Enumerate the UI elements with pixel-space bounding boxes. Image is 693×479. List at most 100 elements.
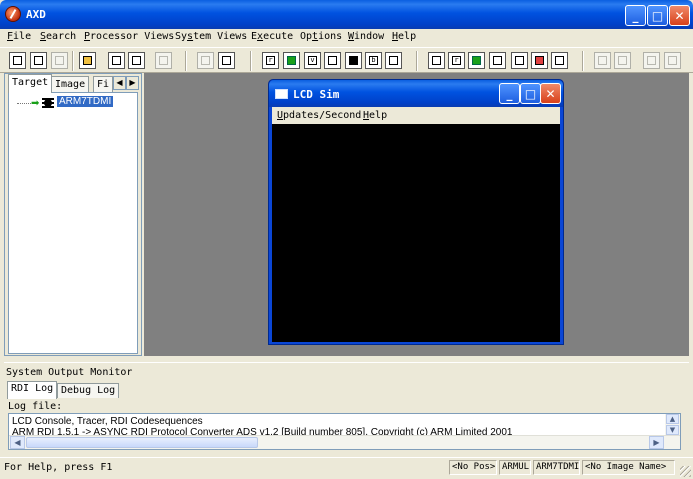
disassembly-view-button[interactable] [345,52,362,69]
registers-view-button[interactable]: r [262,52,279,69]
menu-window[interactable]: Window [348,31,384,42]
toolbar-separator [416,51,418,71]
stop-icon [618,56,627,65]
close-icon: ✕ [545,86,556,101]
load-image-button[interactable] [9,52,26,69]
list-view-button[interactable] [551,52,568,69]
tab-scroll-arrows: ◀ ▶ [113,76,139,90]
reload-image-button[interactable] [30,52,47,69]
lcd-menu-updates[interactable]: Updates/Second [277,110,361,121]
lcd-sim-window[interactable]: LCD Sim _ □ ✕ Updates/Second Help [268,79,564,345]
watch-view-button[interactable] [283,52,300,69]
lcd-minimize-button[interactable]: _ [499,83,520,104]
console-view-button[interactable] [511,52,528,69]
title-bar[interactable]: AXD _ □ ✕ [0,0,693,29]
resize-grip[interactable] [680,466,691,477]
lcd-close-button[interactable]: ✕ [540,83,561,104]
tab-scroll-right-button[interactable]: ▶ [126,76,139,90]
menu-help[interactable]: Help [392,31,416,42]
system-registers-button[interactable] [428,52,445,69]
output-view-button[interactable] [489,52,506,69]
maximize-icon: □ [651,8,664,23]
lcd-menu-help-label: elp [369,110,388,121]
app-icon[interactable] [5,6,21,22]
step-in-button[interactable] [643,52,660,69]
status-position: <No Pos> [449,460,497,475]
watch-icon [287,56,296,65]
menu-system-views-label: tem Views [193,31,248,42]
tab-debug-log[interactable]: Debug Log [57,383,120,398]
status-target: ARMUL [499,460,531,475]
load-session-button[interactable] [51,52,68,69]
breakpoints-view-button[interactable] [531,52,548,69]
menu-system-views[interactable]: System Views [175,31,247,42]
save-all-icon [132,56,141,65]
menu-processor-views[interactable]: Processor Views [84,31,174,42]
scroll-thumb[interactable] [26,437,258,448]
scroll-left-button[interactable]: ◀ [10,436,25,449]
search-view-button[interactable] [385,52,402,69]
system-watch-button[interactable] [468,52,485,69]
lcd-menu-help[interactable]: Help [363,110,387,121]
scroll-down-button[interactable]: ▼ [666,425,679,435]
system-r-icon: r [452,56,461,65]
tab-scroll-left-button[interactable]: ◀ [113,76,126,90]
print-button[interactable] [155,52,172,69]
scroll-up-button[interactable]: ▲ [666,414,679,424]
scroll-right-button[interactable]: ▶ [649,436,664,449]
tab-target[interactable]: Target [8,74,53,93]
menu-options-label: ions [318,31,343,42]
menu-execute[interactable]: Execute [251,31,293,42]
menu-file[interactable]: File [7,31,31,42]
arrow-right-icon: ▶ [653,438,660,447]
step-button[interactable] [664,52,681,69]
target-tree[interactable]: ➡ ARM7TDMI [8,92,138,354]
tab-image[interactable]: Image [51,76,90,92]
log-line: LCD Console, Tracer, RDI Codesequences [12,416,203,427]
log-horizontal-scrollbar[interactable]: ◀ ▶ [9,435,680,449]
save-icon [112,56,121,65]
source-view-button[interactable]: b [365,52,382,69]
open-file-button[interactable] [79,52,96,69]
menu-window-label: indow [354,31,385,42]
output-icon [493,56,502,65]
menu-file-label: ile [13,31,32,42]
log-vertical-scrollbar[interactable]: ▲ ▼ [665,414,680,436]
status-bar: For Help, press F1 <No Pos> ARMUL ARM7TD… [0,457,693,479]
menu-search[interactable]: Search [40,31,76,42]
system-registers-icon [432,56,441,65]
menu-help-label: elp [398,31,417,42]
log-output[interactable]: LCD Console, Tracer, RDI Codesequences A… [8,413,681,450]
go-button[interactable] [594,52,611,69]
stop-button[interactable] [614,52,631,69]
current-target-arrow-icon: ➡ [31,98,40,109]
toolbar-separator [185,51,187,71]
save-button[interactable] [108,52,125,69]
memory-view-button[interactable] [324,52,341,69]
tab-rdi-log[interactable]: RDI Log [7,381,58,399]
menu-bar: File Search Processor Views System Views… [0,29,693,46]
toolbar-separator [250,51,252,71]
save-all-button[interactable] [128,52,145,69]
close-button[interactable]: ✕ [669,5,690,26]
minimize-button[interactable]: _ [625,5,646,26]
variables-icon: v [308,56,317,65]
lcd-sim-title-bar[interactable]: LCD Sim _ □ ✕ [269,80,563,107]
menu-options-pre: Op [300,31,313,42]
variables-view-button[interactable]: v [304,52,321,69]
tree-item-arm7tdmi[interactable]: ARM7TDMI [57,96,114,107]
source-icon: b [369,56,378,65]
tab-files[interactable]: Fi [93,76,114,92]
system-r-button[interactable]: r [448,52,465,69]
go-icon [598,56,607,65]
lcd-display [272,124,560,342]
mdi-client-area: LCD Sim _ □ ✕ Updates/Second Help [144,73,689,356]
find-next-button[interactable] [218,52,235,69]
menu-options[interactable]: Options [300,31,342,42]
console-icon [515,56,524,65]
window-title: AXD [26,8,46,21]
memory-icon [328,56,337,65]
lcd-maximize-button[interactable]: □ [520,83,541,104]
find-button[interactable] [197,52,214,69]
maximize-button[interactable]: □ [647,5,668,26]
